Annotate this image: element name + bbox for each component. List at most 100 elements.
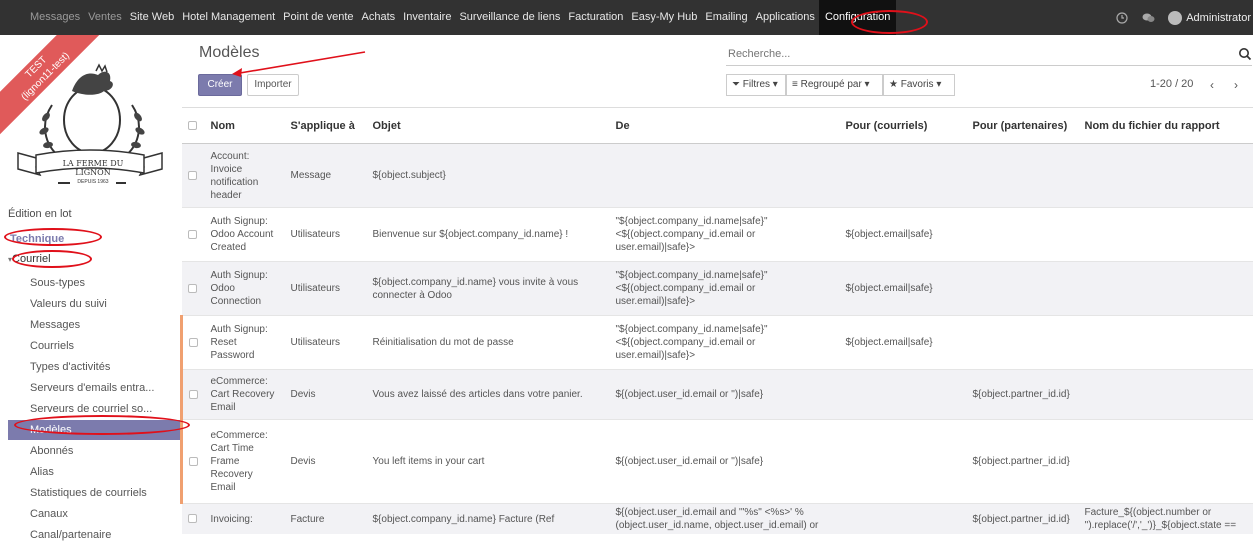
annotation-circle-configuration <box>851 10 928 34</box>
sidebar-batch-edit[interactable]: Édition en lot <box>8 208 72 220</box>
sidebar-item-serveurs-d-emails-entra[interactable]: Serveurs d'emails entra... <box>30 378 180 398</box>
company-logo: TEST (lignon11-test) LA FERME DU LIGNON … <box>0 35 180 195</box>
row-checkbox[interactable] <box>181 143 205 208</box>
menu-item-hotel-management[interactable]: Hotel Management <box>178 0 279 35</box>
cell-object: You left items in your cart <box>366 419 610 504</box>
pager-previous-button[interactable]: ‹ <box>1202 74 1222 96</box>
chat-icon[interactable] <box>1142 12 1155 24</box>
annotation-circle-modeles <box>14 415 190 435</box>
menu-item-inventaire[interactable]: Inventaire <box>399 0 455 35</box>
favorites-button[interactable]: ★ Favoris ▾ <box>883 74 955 96</box>
filters-button[interactable]: ⏷ Filtres ▾ <box>726 74 786 96</box>
cell-report-filename <box>1078 369 1253 420</box>
star-icon: ★ <box>889 79 898 90</box>
cell-object: Bienvenue sur ${object.company_id.name} … <box>366 207 610 262</box>
cell-applies: Utilisateurs <box>284 315 367 370</box>
sidebar-item-alias[interactable]: Alias <box>30 462 180 482</box>
cell-to-partners <box>966 315 1079 370</box>
group-by-button[interactable]: ≡ Regroupé par ▾ <box>786 74 883 96</box>
row-checkbox[interactable] <box>181 503 205 534</box>
cell-from: "${object.company_id.name|safe}" <${(obj… <box>609 207 840 262</box>
select-all-checkbox[interactable] <box>181 107 205 144</box>
column-header-object[interactable]: Objet <box>366 107 610 144</box>
pager-value[interactable]: 1-20 / 20 <box>1150 78 1193 90</box>
menu-item-easy-my-hub[interactable]: Easy-My Hub <box>627 0 701 35</box>
row-checkbox[interactable] <box>180 419 205 504</box>
filter-icon: ⏷ <box>732 79 740 90</box>
column-header-report-filename[interactable]: Nom du fichier du rapport <box>1078 107 1253 144</box>
sidebar-item-types-d-activit-s[interactable]: Types d'activités <box>30 357 180 377</box>
column-header-to-emails[interactable]: Pour (courriels) <box>839 107 967 144</box>
cell-applies: Utilisateurs <box>284 207 367 262</box>
menu-item-point-de-vente[interactable]: Point de vente <box>279 0 357 35</box>
annotation-circle-courriel <box>12 250 92 268</box>
cell-name: eCommerce: Cart Recovery Email <box>204 369 285 420</box>
menu-item-applications[interactable]: Applications <box>752 0 819 35</box>
sidebar-item-sous-types[interactable]: Sous-types <box>30 273 180 293</box>
column-header-applies[interactable]: S'applique à <box>284 107 367 144</box>
clock-icon[interactable] <box>1116 11 1128 24</box>
cell-applies: Facture <box>284 503 367 534</box>
import-button[interactable]: Importer <box>247 74 299 96</box>
table-row[interactable]: Auth Signup: Odoo Account Created Utilisa… <box>181 207 1253 262</box>
row-checkbox[interactable] <box>181 261 205 316</box>
cell-to-partners: ${object.partner_id.id} <box>966 503 1079 534</box>
user-menu[interactable]: Administrator <box>1168 10 1251 25</box>
cell-object: ${object.company_id.name} Facture (Ref <box>366 503 610 534</box>
menu-item-emailing[interactable]: Emailing <box>701 0 751 35</box>
cell-to-partners: ${object.partner_id.id} <box>966 419 1079 504</box>
sidebar-item-valeurs-du-suivi[interactable]: Valeurs du suivi <box>30 294 180 314</box>
row-checkbox[interactable] <box>181 207 205 262</box>
column-header-to-partners[interactable]: Pour (partenaires) <box>966 107 1079 144</box>
search-input[interactable] <box>728 48 1208 60</box>
cell-name: eCommerce: Cart Time Frame Recovery Emai… <box>204 419 285 504</box>
sidebar-item-canaux[interactable]: Canaux <box>30 504 180 524</box>
cell-name: Account: Invoice notification header <box>204 143 285 208</box>
sidebar-item-courriels[interactable]: Courriels <box>30 336 180 356</box>
table-row[interactable]: Account: Invoice notification header Mess… <box>181 143 1253 208</box>
sidebar-item-abonn-s[interactable]: Abonnés <box>30 441 180 461</box>
cell-to-partners <box>966 207 1079 262</box>
list-icon: ≡ <box>792 79 798 90</box>
sidebar-item-canal-partenaire[interactable]: Canal/partenaire <box>30 525 180 542</box>
search-icon[interactable] <box>1238 47 1252 61</box>
cell-from: ${(object.user_id.email or '')|safe} <box>609 369 840 420</box>
menu-item-site-web[interactable]: Site Web <box>126 0 178 35</box>
cell-to-emails <box>839 369 967 420</box>
table-row[interactable]: eCommerce: Cart Recovery Email Devis Vous … <box>180 369 1253 420</box>
pager-next-button[interactable]: › <box>1226 74 1246 96</box>
row-checkbox[interactable] <box>180 369 205 420</box>
annotation-circle-technique <box>4 228 102 246</box>
chevron-left-icon: ‹ <box>1210 78 1214 92</box>
column-header-name[interactable]: Nom <box>204 107 285 144</box>
page-title: Modèles <box>199 44 260 61</box>
app-menu: Messages Ventes Site Web Hotel Management Po… <box>0 0 897 35</box>
menu-item-achats[interactable]: Achats <box>358 0 400 35</box>
chevron-right-icon: › <box>1234 78 1238 92</box>
cell-object: ${object.subject} <box>366 143 610 208</box>
cell-to-emails: ${object.email|safe} <box>839 207 967 262</box>
cell-to-partners: ${object.partner_id.id} <box>966 369 1079 420</box>
menu-item-surveillance-de-liens[interactable]: Surveillance de liens <box>455 0 564 35</box>
table-row[interactable]: Invoicing: Facture ${object.company_id.nam… <box>181 503 1253 534</box>
cell-object: Vous avez laissé des articles dans votre… <box>366 369 610 420</box>
cell-from <box>609 143 840 208</box>
table-row[interactable]: eCommerce: Cart Time Frame Recovery Emai… <box>180 419 1253 504</box>
menu-item-messages[interactable]: Messages <box>26 0 84 35</box>
systray: Administrator <box>1116 0 1253 35</box>
menu-item-facturation[interactable]: Facturation <box>564 0 627 35</box>
table-row[interactable]: Auth Signup: Reset Password Utilisateurs R… <box>180 315 1253 370</box>
sidebar-item-statistiques-de-courriels[interactable]: Statistiques de courriels <box>30 483 180 503</box>
cell-report-filename <box>1078 143 1253 208</box>
cell-from: "${object.company_id.name|safe}" <${(obj… <box>609 315 840 370</box>
cell-to-emails <box>839 503 967 534</box>
table-header: Nom S'applique à Objet De Pour (courriel… <box>181 107 1253 144</box>
column-header-from[interactable]: De <box>609 107 840 144</box>
cell-name: Auth Signup: Odoo Account Created <box>204 207 285 262</box>
table-row[interactable]: Auth Signup: Odoo Connection Utilisateurs… <box>181 261 1253 316</box>
row-checkbox[interactable] <box>180 315 205 370</box>
sidebar-item-messages[interactable]: Messages <box>30 315 180 335</box>
menu-item-ventes[interactable]: Ventes <box>84 0 126 35</box>
create-button[interactable]: Créer <box>198 74 242 96</box>
avatar <box>1168 10 1183 25</box>
